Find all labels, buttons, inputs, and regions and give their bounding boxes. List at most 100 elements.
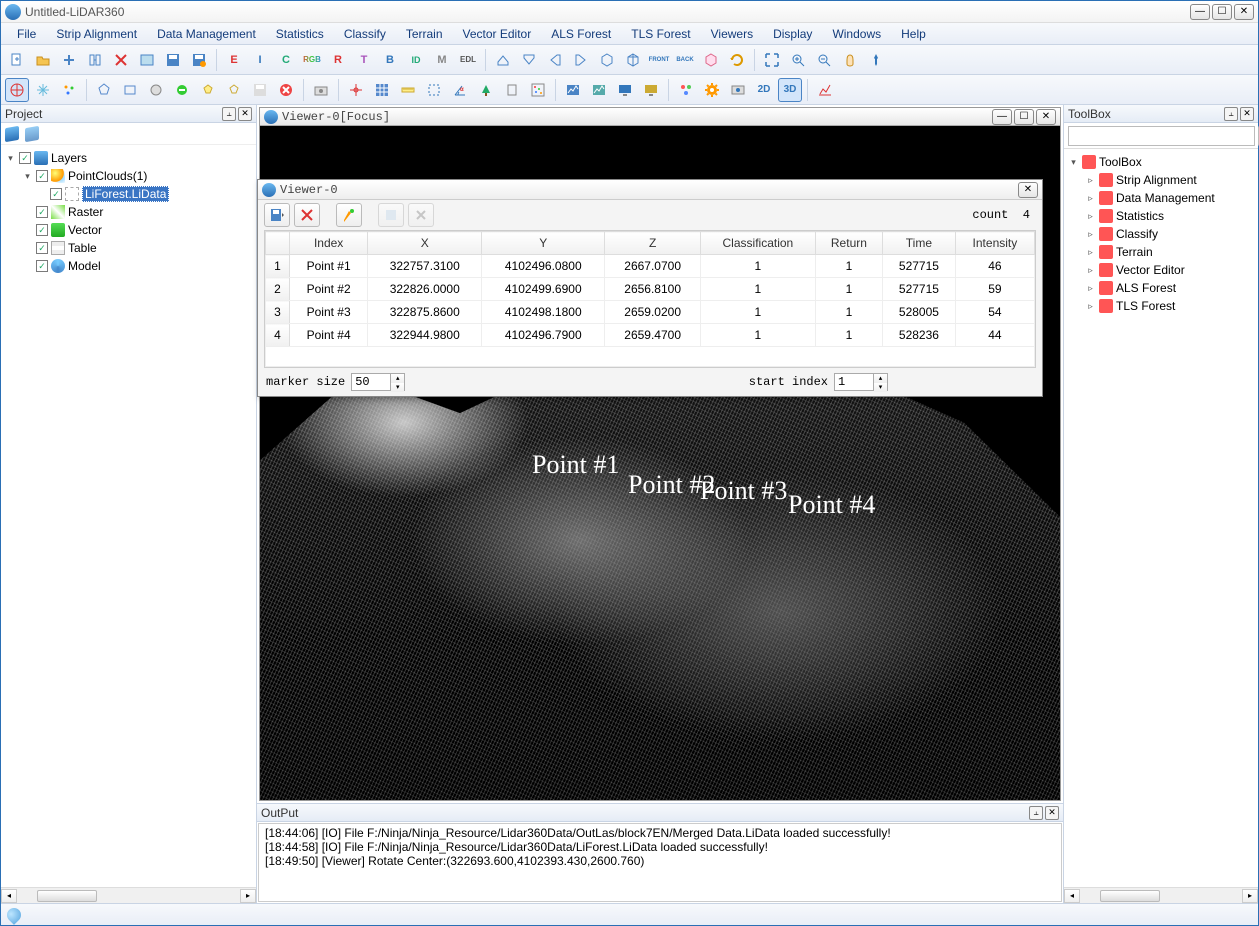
start-index-spinner[interactable]: ▴▾ xyxy=(834,373,888,391)
tree-layers[interactable]: ▾✓Layers xyxy=(5,149,252,167)
menu-tls-forest[interactable]: TLS Forest xyxy=(621,24,700,44)
toolbox-hscroll[interactable]: ◂▸ xyxy=(1064,887,1258,903)
toolbox-pin-button[interactable]: ⫠ xyxy=(1224,107,1238,121)
display-rgb-button[interactable]: RGB xyxy=(300,48,324,72)
monitor-play-button[interactable] xyxy=(639,78,663,102)
view-3d-button[interactable]: 3D xyxy=(778,78,802,102)
col-classification[interactable]: Classification xyxy=(700,232,815,255)
display-r-button[interactable]: R xyxy=(326,48,350,72)
view-reset-button[interactable] xyxy=(699,48,723,72)
dialog-edit-button[interactable] xyxy=(378,203,404,227)
save-as-button[interactable] xyxy=(187,48,211,72)
output-log[interactable]: [18:44:06] [IO] File F:/Ninja/Ninja_Reso… xyxy=(258,823,1062,902)
dialog-pick-button[interactable] xyxy=(336,203,362,227)
tree-model[interactable]: ✓Model xyxy=(5,257,252,275)
marker-size-spinner[interactable]: ▴▾ xyxy=(351,373,405,391)
angle-button[interactable]: α xyxy=(448,78,472,102)
volume-button[interactable] xyxy=(500,78,524,102)
layer-stack-icon[interactable] xyxy=(5,125,19,141)
render-button[interactable] xyxy=(726,78,750,102)
view-rotate-button[interactable] xyxy=(725,48,749,72)
menu-statistics[interactable]: Statistics xyxy=(266,24,334,44)
sphere-tool-button[interactable] xyxy=(144,78,168,102)
settings-button[interactable] xyxy=(700,78,724,102)
view-top-button[interactable] xyxy=(491,48,515,72)
dialog-delete-button[interactable] xyxy=(294,203,320,227)
rect-tool-button[interactable] xyxy=(118,78,142,102)
toolbox-item[interactable]: ▹TLS Forest xyxy=(1068,297,1254,315)
add-merge-button[interactable] xyxy=(83,48,107,72)
view-right-button[interactable] xyxy=(569,48,593,72)
table-row[interactable]: 3Point #3322875.86004102498.18002659.020… xyxy=(266,301,1035,324)
display-id-button[interactable]: ID xyxy=(404,48,428,72)
col-time[interactable]: Time xyxy=(883,232,956,255)
menu-windows[interactable]: Windows xyxy=(822,24,891,44)
zoom-out-button[interactable] xyxy=(812,48,836,72)
layer-stack2-icon[interactable] xyxy=(25,125,39,141)
crosshair-button[interactable] xyxy=(344,78,368,102)
view-bottom-button[interactable] xyxy=(517,48,541,72)
menu-display[interactable]: Display xyxy=(763,24,822,44)
fit-extents-button[interactable] xyxy=(760,48,784,72)
monitor-button[interactable] xyxy=(613,78,637,102)
zoom-in-button[interactable] xyxy=(786,48,810,72)
polygon-tool-button[interactable] xyxy=(92,78,116,102)
pan-button[interactable] xyxy=(838,48,862,72)
save-cut-button[interactable] xyxy=(248,78,272,102)
menu-viewers[interactable]: Viewers xyxy=(701,24,763,44)
toolbox-root[interactable]: ▾ToolBox xyxy=(1068,153,1254,171)
menu-als-forest[interactable]: ALS Forest xyxy=(541,24,621,44)
tree-pointclouds[interactable]: ▾✓PointClouds(1) xyxy=(5,167,252,185)
menu-strip-alignment[interactable]: Strip Alignment xyxy=(46,24,147,44)
menu-help[interactable]: Help xyxy=(891,24,936,44)
project-close-button[interactable]: ✕ xyxy=(238,107,252,121)
viewer-close-button[interactable]: ✕ xyxy=(1036,109,1056,125)
camera-button[interactable] xyxy=(309,78,333,102)
display-b-button[interactable]: B xyxy=(378,48,402,72)
col-index[interactable]: Index xyxy=(290,232,368,255)
tree-vector[interactable]: ✓Vector xyxy=(5,221,252,239)
toolbox-item[interactable]: ▹Terrain xyxy=(1068,243,1254,261)
profile-alt-button[interactable] xyxy=(587,78,611,102)
output-pin-button[interactable]: ⫠ xyxy=(1029,806,1043,820)
col-x[interactable]: X xyxy=(368,232,482,255)
cancel-cut-button[interactable] xyxy=(274,78,298,102)
toolbox-item[interactable]: ▹Strip Alignment xyxy=(1068,171,1254,189)
toolbox-item[interactable]: ▹ALS Forest xyxy=(1068,279,1254,297)
toolbox-item[interactable]: ▹Vector Editor xyxy=(1068,261,1254,279)
display-edl-button[interactable]: EDL xyxy=(456,48,480,72)
menu-file[interactable]: File xyxy=(7,24,46,44)
close-button[interactable]: ✕ xyxy=(1234,4,1254,20)
toolbox-item[interactable]: ▹Classify xyxy=(1068,225,1254,243)
viewer-maximize-button[interactable]: ☐ xyxy=(1014,109,1034,125)
col-z[interactable]: Z xyxy=(605,232,701,255)
pin-button[interactable] xyxy=(864,48,888,72)
col-y[interactable]: Y xyxy=(482,232,605,255)
display-t-button[interactable]: T xyxy=(352,48,376,72)
dialog-clear-button[interactable] xyxy=(408,203,434,227)
ruler-button[interactable] xyxy=(396,78,420,102)
profile-button[interactable] xyxy=(561,78,585,102)
output-close-button[interactable]: ✕ xyxy=(1045,806,1059,820)
minimize-button[interactable]: — xyxy=(1190,4,1210,20)
out-select-button[interactable] xyxy=(222,78,246,102)
col-intensity[interactable]: Intensity xyxy=(955,232,1034,255)
tree-button[interactable] xyxy=(474,78,498,102)
display-m-button[interactable]: M xyxy=(430,48,454,72)
table-row[interactable]: 1Point #1322757.31004102496.08002667.070… xyxy=(266,255,1035,278)
scatter-tool-button[interactable] xyxy=(57,78,81,102)
menu-terrain[interactable]: Terrain xyxy=(396,24,453,44)
tree-raster[interactable]: ✓Raster xyxy=(5,203,252,221)
cluster-button[interactable] xyxy=(674,78,698,102)
menu-data-management[interactable]: Data Management xyxy=(147,24,266,44)
point-table[interactable]: Index X Y Z Classification Return Time I… xyxy=(264,230,1036,368)
display-e-button[interactable]: E xyxy=(222,48,246,72)
tree-lidata[interactable]: ✓LiForest.LiData xyxy=(5,185,252,203)
project-hscroll[interactable]: ◂▸ xyxy=(1,887,256,903)
area-button[interactable] xyxy=(422,78,446,102)
project-pin-button[interactable]: ⫠ xyxy=(222,107,236,121)
table-row[interactable]: 2Point #2322826.00004102499.69002656.810… xyxy=(266,278,1035,301)
menu-vector-editor[interactable]: Vector Editor xyxy=(453,24,542,44)
grid-display-button[interactable] xyxy=(370,78,394,102)
viewer-minimize-button[interactable]: — xyxy=(992,109,1012,125)
